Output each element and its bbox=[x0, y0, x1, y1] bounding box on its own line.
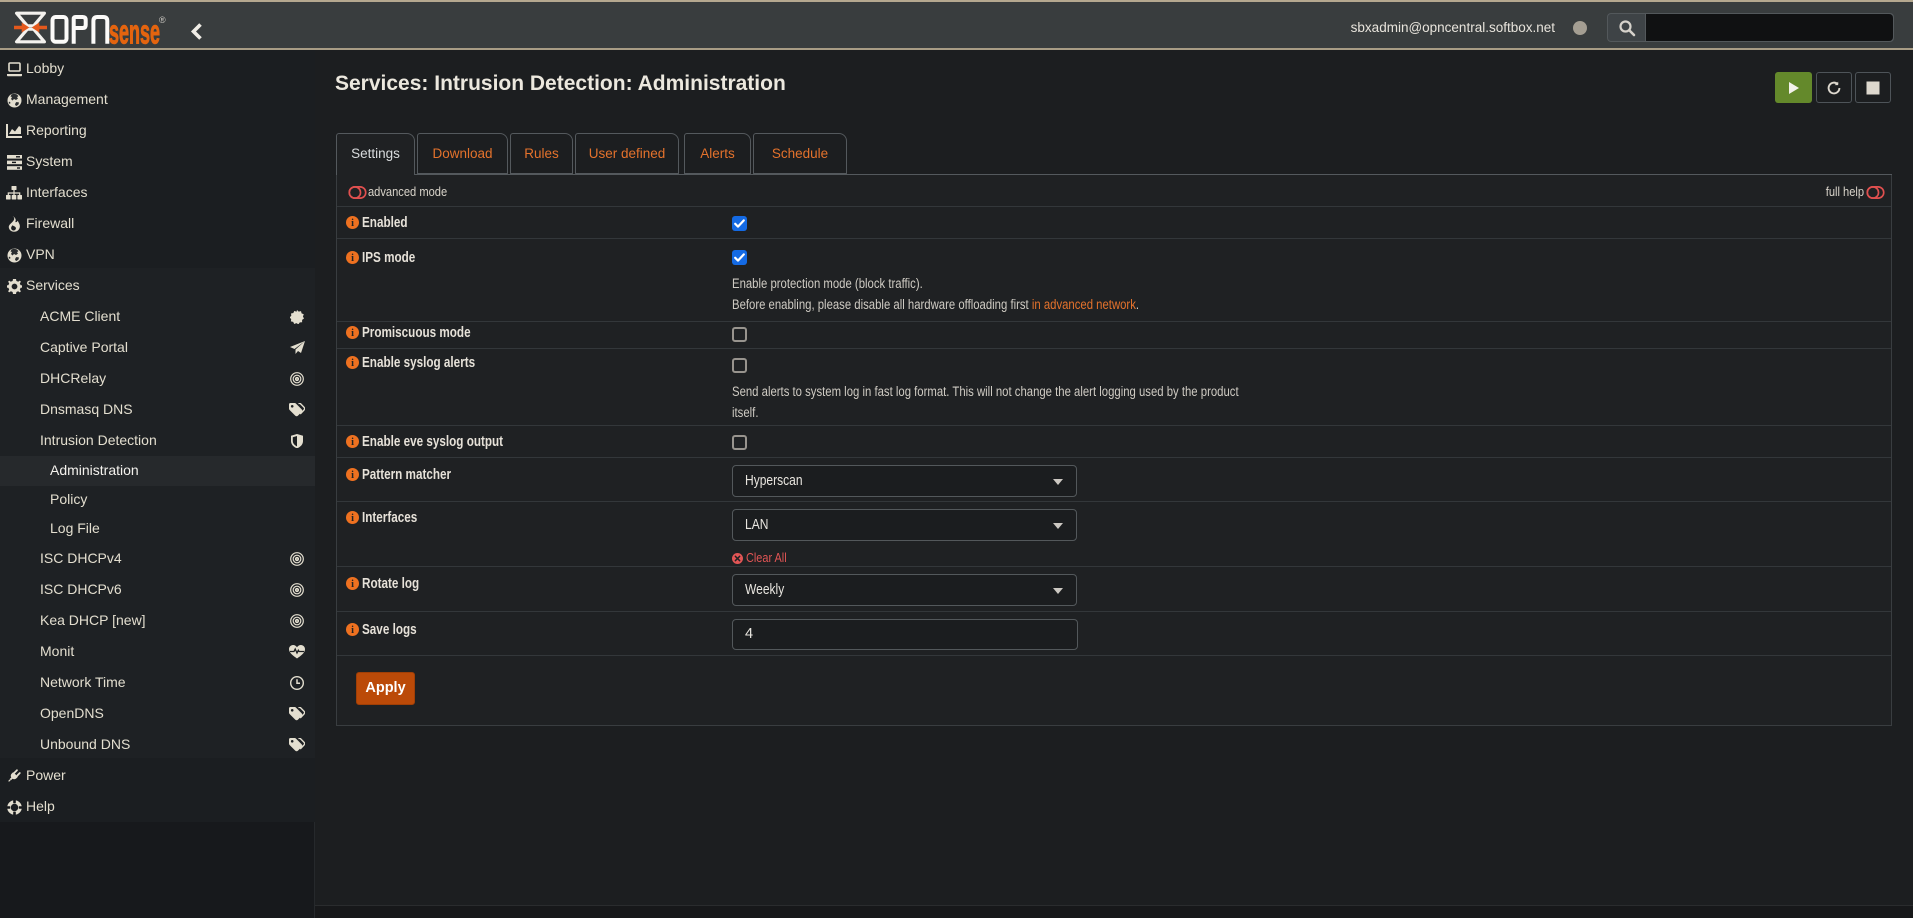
svg-text:i: i bbox=[351, 328, 354, 339]
svg-text:®: ® bbox=[159, 15, 166, 25]
svg-text:i: i bbox=[351, 470, 354, 481]
svg-text:i: i bbox=[351, 513, 354, 524]
svg-text:i: i bbox=[351, 437, 354, 448]
svg-text:i: i bbox=[351, 358, 354, 369]
svg-text:i: i bbox=[351, 218, 354, 229]
svg-text:i: i bbox=[351, 253, 354, 264]
svg-text:i: i bbox=[351, 579, 354, 590]
svg-text:sense: sense bbox=[109, 14, 160, 52]
svg-text:i: i bbox=[351, 625, 354, 636]
